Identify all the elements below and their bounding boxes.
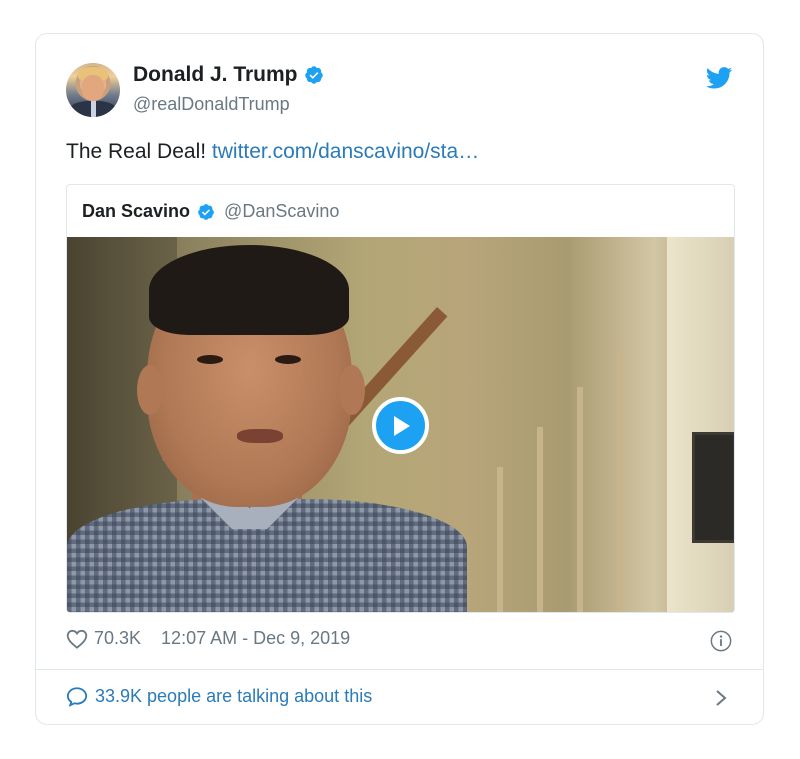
- embedded-tweet-card: Donald J. Trump @realDonaldTrump The Rea…: [35, 33, 764, 725]
- play-button[interactable]: [372, 397, 429, 454]
- quoted-tweet[interactable]: Dan Scavino @DanScavino: [66, 184, 735, 613]
- verified-badge-icon: [304, 66, 323, 84]
- tweet-body-text: The Real Deal!: [66, 140, 207, 163]
- speech-bubble-icon: [66, 687, 88, 707]
- video-bg-baluster: [577, 387, 583, 612]
- quoted-tweet-header: Dan Scavino @DanScavino: [82, 201, 339, 222]
- divider: [36, 669, 763, 670]
- video-bg-door: [667, 237, 734, 612]
- avatar-tie: [91, 101, 96, 117]
- video-person-ear: [339, 365, 365, 415]
- video-bg-picture-frame: [692, 432, 734, 543]
- play-icon: [393, 415, 410, 436]
- quoted-video-thumbnail[interactable]: [67, 237, 734, 612]
- quoted-author-handle[interactable]: @DanScavino: [224, 201, 339, 222]
- info-icon[interactable]: [710, 630, 732, 652]
- avatar-face: [82, 75, 104, 101]
- video-person-ear: [137, 365, 163, 415]
- video-person-mouth: [237, 429, 283, 443]
- tweet-timestamp[interactable]: 12:07 AM - Dec 9, 2019: [161, 628, 350, 649]
- conversation-link[interactable]: 33.9K people are talking about this: [66, 686, 372, 707]
- author-name-row[interactable]: Donald J. Trump: [133, 63, 324, 87]
- video-bg-baluster: [617, 349, 623, 612]
- author-handle[interactable]: @realDonaldTrump: [133, 94, 290, 115]
- tweet-meta-row: 70.3K 12:07 AM - Dec 9, 2019: [66, 628, 350, 649]
- video-bg-baluster: [537, 427, 543, 612]
- verified-badge-icon: [198, 203, 214, 220]
- video-bg-baluster: [497, 467, 503, 612]
- video-person-hair: [149, 245, 349, 335]
- tweet-link[interactable]: twitter.com/danscavino/sta…: [212, 140, 479, 163]
- video-person-eye: [197, 355, 223, 364]
- quoted-author-name[interactable]: Dan Scavino: [82, 201, 190, 222]
- chevron-right-icon[interactable]: [714, 689, 728, 707]
- video-person-eye: [275, 355, 301, 364]
- like-count[interactable]: 70.3K: [94, 628, 141, 649]
- conversation-count[interactable]: 33.9K people are talking about this: [95, 686, 372, 707]
- author-avatar[interactable]: [66, 63, 120, 117]
- heart-icon[interactable]: [66, 629, 88, 649]
- author-name[interactable]: Donald J. Trump: [133, 63, 298, 87]
- tweet-text: The Real Deal! twitter.com/danscavino/st…: [66, 140, 479, 164]
- twitter-bird-icon[interactable]: [706, 67, 733, 89]
